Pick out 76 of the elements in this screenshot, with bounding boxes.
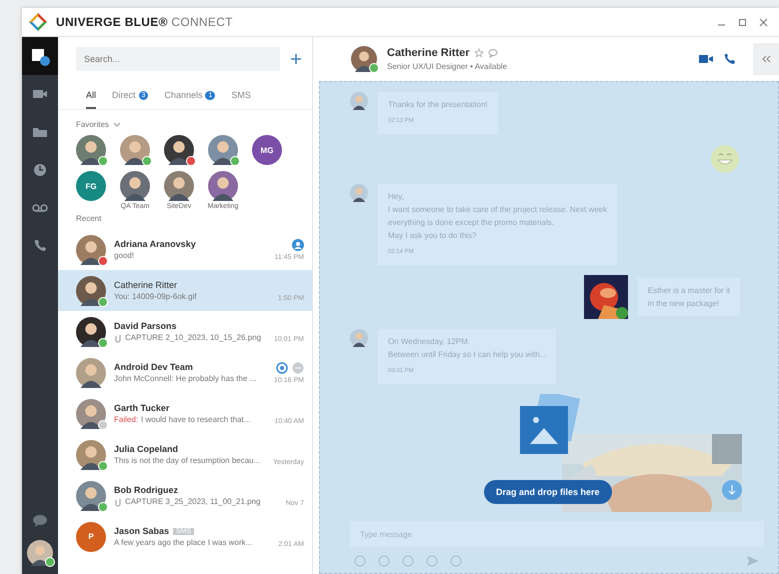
tab[interactable]: All [86, 85, 96, 109]
double-chevron-icon [761, 55, 771, 63]
at-sign-icon [276, 362, 288, 374]
chevron-down-icon[interactable] [112, 122, 121, 128]
message-preview: You: 14009-09p-6ok.gif [114, 292, 196, 301]
avatar [76, 440, 106, 470]
contact-name: Adriana Aranovsky [114, 239, 196, 249]
message-preview: John McConnell: He probably has the ... [114, 374, 256, 383]
drop-files-label: Drag and drop files here [484, 480, 612, 504]
contact-name: Garth Tucker [114, 403, 170, 413]
avatar-initials: FG [85, 182, 97, 190]
avatar [350, 329, 368, 347]
message-text: I want someone to take care of the project release. Next week [388, 204, 608, 216]
avatar-initials: P [88, 532, 94, 541]
message-text: Hey, [388, 191, 405, 203]
maximize-button[interactable] [737, 16, 748, 28]
logo-icon [28, 12, 48, 32]
avatar [350, 92, 368, 110]
tab[interactable]: SMS [231, 85, 251, 109]
section-heading: Recent [75, 213, 102, 225]
error-label: Failed: [114, 415, 138, 424]
contact-name: Catherine Ritter [114, 280, 178, 290]
contact-name: Jason Sabas [114, 526, 170, 536]
avatar-initials: MG [260, 146, 274, 154]
message-preview: good! [114, 251, 134, 260]
contact-name: Android Dev Team [114, 362, 193, 372]
avatar [164, 135, 194, 165]
avatar [76, 480, 106, 510]
people-icon [292, 238, 304, 250]
avatar [208, 171, 238, 201]
avatar [76, 234, 106, 264]
close-button[interactable] [758, 16, 769, 28]
avatar [350, 184, 368, 202]
avatar [164, 171, 194, 201]
section-heading: Favorites [76, 120, 109, 129]
avatar [76, 276, 106, 306]
message-preview: A few years ago the place I was work... [114, 538, 252, 547]
message-text: Esther is a master for it [648, 285, 730, 297]
contact-name: Catherine Ritter [387, 47, 470, 59]
avatar [76, 522, 106, 552]
message-preview: CAPTURE 3_25_2023, 11_00_21.png [125, 497, 261, 506]
muted-icon [292, 362, 304, 374]
message-text: everything is done except the promo materials. [388, 217, 555, 229]
speech-bubble-icon [488, 48, 498, 58]
message-text: in the new package! [648, 298, 720, 310]
avatar [120, 171, 150, 201]
image-upload-icon [520, 394, 580, 456]
avatar [351, 46, 377, 72]
contact-name: Julia Copeland [114, 444, 178, 454]
avatar [76, 316, 106, 346]
add-icon[interactable] [290, 53, 302, 65]
message-text: On Wednesday, 12PM. [388, 336, 471, 348]
avatar [208, 135, 238, 165]
avatar [252, 135, 282, 165]
avatar [76, 171, 106, 201]
app-title: UNIVERGE BLUE® CONNECT [56, 15, 233, 29]
avatar [120, 135, 150, 165]
star-icon[interactable] [474, 48, 484, 58]
scroll-down-icon[interactable] [722, 480, 742, 500]
message-preview: I would have to research that... [141, 415, 250, 424]
avatar [27, 540, 53, 566]
video-camera-icon[interactable] [699, 54, 713, 64]
contact-name: Bob Rodriguez [114, 484, 178, 494]
message-preview: CAPTURE 2_10_2023, 10_15_26.png [125, 333, 262, 342]
message-text: Thanks for the presentation! [388, 99, 488, 111]
contact-status: Senior UX/UI Designer • Available [387, 62, 508, 71]
chat-icon [30, 46, 50, 66]
search-field[interactable]: Search... [76, 47, 280, 71]
avatar [76, 358, 106, 388]
message-preview: This is not the day of resumption becau... [114, 456, 260, 465]
avatar [76, 135, 106, 165]
contact-name: David Parsons [114, 320, 177, 330]
avatar [76, 398, 106, 428]
collapse-button[interactable] [753, 43, 779, 75]
smiley-icon [710, 144, 740, 174]
phone-icon[interactable] [723, 53, 735, 65]
